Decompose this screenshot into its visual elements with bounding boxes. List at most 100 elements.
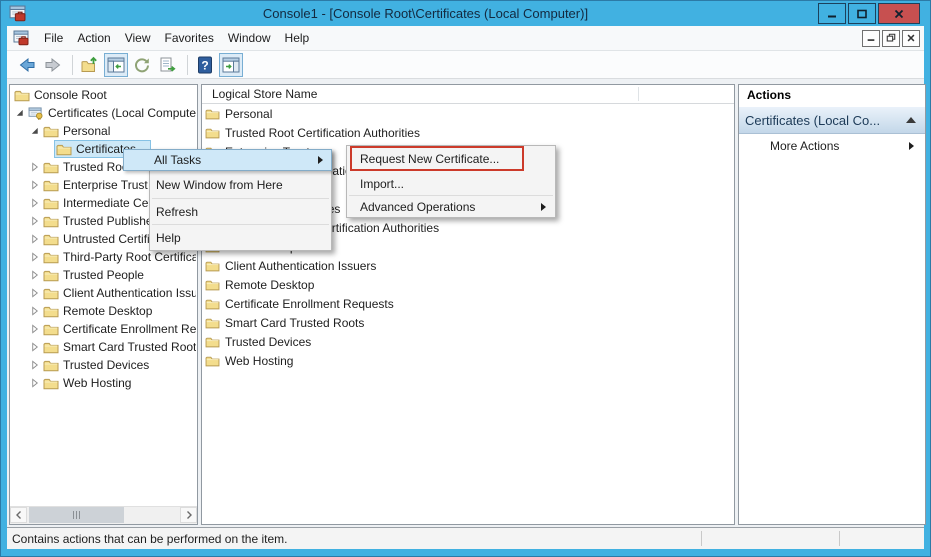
expand-arrow-icon[interactable] [29,252,41,262]
scrollbar-thumb[interactable] [29,507,124,523]
list-item-client-authentication-issuers[interactable]: Client Authentication Issuers [202,256,734,275]
show-hide-console-tree-icon[interactable] [104,53,128,77]
tree-item-label: Trusted Publishers [63,214,163,228]
tree-item-certificates-local-computer[interactable]: Certificates (Local Computer) [10,104,196,122]
toolbar: ? [7,51,924,79]
toolbar-separator [187,55,188,75]
menu-view[interactable]: View [118,28,158,48]
submenu-item-advanced-operations[interactable]: Advanced Operations [347,196,555,217]
expand-arrow-icon[interactable] [29,306,41,316]
tree-horizontal-scrollbar[interactable] [10,506,197,524]
tree-item-client-authentication-issuers[interactable]: Client Authentication Issuers [10,284,196,302]
tree-node: Certificate Enrollment Requests [41,320,196,338]
back-arrow-icon[interactable] [15,53,39,77]
context-menu-item-all-tasks[interactable]: All Tasks [123,149,332,171]
export-list-icon[interactable] [156,53,180,77]
tree-item-personal[interactable]: Personal [10,122,196,140]
list-item-label: Client Authentication Issuers [225,259,376,273]
more-actions-item[interactable]: More Actions [739,134,925,158]
scroll-right-button[interactable] [180,507,197,523]
folder-icon [43,359,59,372]
folder-icon [43,341,59,354]
list-item-label: Web Hosting [225,354,293,368]
tree-node: Remote Desktop [41,302,156,320]
submenu-item-label: Import... [360,177,404,191]
list-item-remote-desktop[interactable]: Remote Desktop [202,275,734,294]
tree-item-smart-card-trusted-roots[interactable]: Smart Card Trusted Roots [10,338,196,356]
column-divider[interactable] [638,87,639,101]
submenu-item-import[interactable]: Import... [347,172,555,195]
tree-item-console-root[interactable]: Console Root [10,86,196,104]
folder-icon [205,108,220,120]
tree-node: Web Hosting [41,374,135,392]
menu-action[interactable]: Action [70,28,117,48]
tree-item-trusted-people[interactable]: Trusted People [10,266,196,284]
tree-item-trusted-devices[interactable]: Trusted Devices [10,356,196,374]
tree-node: Trusted Devices [41,356,153,374]
actions-pane-title: Actions [739,85,925,106]
child-close-button[interactable] [902,30,920,47]
child-restore-button[interactable] [882,30,900,47]
expand-arrow-icon[interactable] [29,198,41,208]
up-one-level-icon[interactable] [78,53,102,77]
actions-section-certificates[interactable]: Certificates (Local Co... [739,106,925,134]
list-item-smart-card-trusted-roots[interactable]: Smart Card Trusted Roots [202,313,734,332]
expand-arrow-icon[interactable] [29,360,41,370]
list-item-certificate-enrollment-requests[interactable]: Certificate Enrollment Requests [202,294,734,313]
mmc-app-icon [13,30,29,46]
expand-arrow-icon[interactable] [29,342,41,352]
menubar: FileActionViewFavoritesWindowHelp [7,26,924,51]
folder-icon [43,269,59,282]
tree-item-web-hosting[interactable]: Web Hosting [10,374,196,392]
tree-node: Personal [41,122,114,140]
close-button[interactable] [878,3,920,24]
titlebar: Console1 - [Console Root\Certificates (L… [1,1,930,26]
list-item-label: Trusted Root Certification Authorities [225,126,420,140]
column-header-logical-store-name[interactable]: Logical Store Name [202,85,734,104]
scroll-left-button[interactable] [10,507,27,523]
refresh-icon[interactable] [130,53,154,77]
tree-node: Console Root [12,86,111,104]
tree-item-label: Remote Desktop [63,304,152,318]
show-hide-action-pane-icon[interactable] [219,53,243,77]
tree-item-label: Enterprise Trust [63,178,148,192]
folder-icon [43,377,59,390]
list-item-trusted-devices[interactable]: Trusted Devices [202,332,734,351]
collapse-arrow-icon[interactable] [14,108,26,118]
expand-arrow-icon[interactable] [29,216,41,226]
maximize-button[interactable] [848,3,876,24]
collapse-section-icon[interactable] [906,117,916,123]
context-menu-item-help[interactable]: Help [150,225,331,250]
tree-item-remote-desktop[interactable]: Remote Desktop [10,302,196,320]
list-item-web-hosting[interactable]: Web Hosting [202,351,734,370]
minimize-button[interactable] [818,3,846,24]
list-item-label: Personal [225,107,272,121]
list-item-personal[interactable]: Personal [202,104,734,123]
context-menu-item-new-window-from-here[interactable]: New Window from Here [150,172,331,198]
tree-node: Client Authentication Issuers [41,284,196,302]
toolbar-buttons: ? [15,53,245,77]
expand-arrow-icon[interactable] [29,234,41,244]
child-minimize-button[interactable] [862,30,880,47]
tree-node: Trusted People [41,266,148,284]
menu-file[interactable]: File [37,28,70,48]
list-item-trusted-root-certification-authorities[interactable]: Trusted Root Certification Authorities [202,123,734,142]
folder-icon [43,197,59,210]
menu-help[interactable]: Help [278,28,317,48]
context-menu-item-refresh[interactable]: Refresh [150,199,331,224]
expand-arrow-icon[interactable] [29,162,41,172]
expand-arrow-icon[interactable] [29,378,41,388]
menu-item-label: Refresh [156,205,198,219]
expand-arrow-icon[interactable] [29,324,41,334]
forward-arrow-icon[interactable] [41,53,65,77]
menu-favorites[interactable]: Favorites [158,28,221,48]
expand-arrow-icon[interactable] [29,180,41,190]
statusbar: Contains actions that can be performed o… [7,527,924,549]
tree-item-certificate-enrollment-requests[interactable]: Certificate Enrollment Requests [10,320,196,338]
menu-window[interactable]: Window [221,28,278,48]
help-icon[interactable]: ? [193,53,217,77]
collapse-arrow-icon[interactable] [29,126,41,136]
expand-arrow-icon[interactable] [29,270,41,280]
list-item-label: Smart Card Trusted Roots [225,316,364,330]
expand-arrow-icon[interactable] [29,288,41,298]
